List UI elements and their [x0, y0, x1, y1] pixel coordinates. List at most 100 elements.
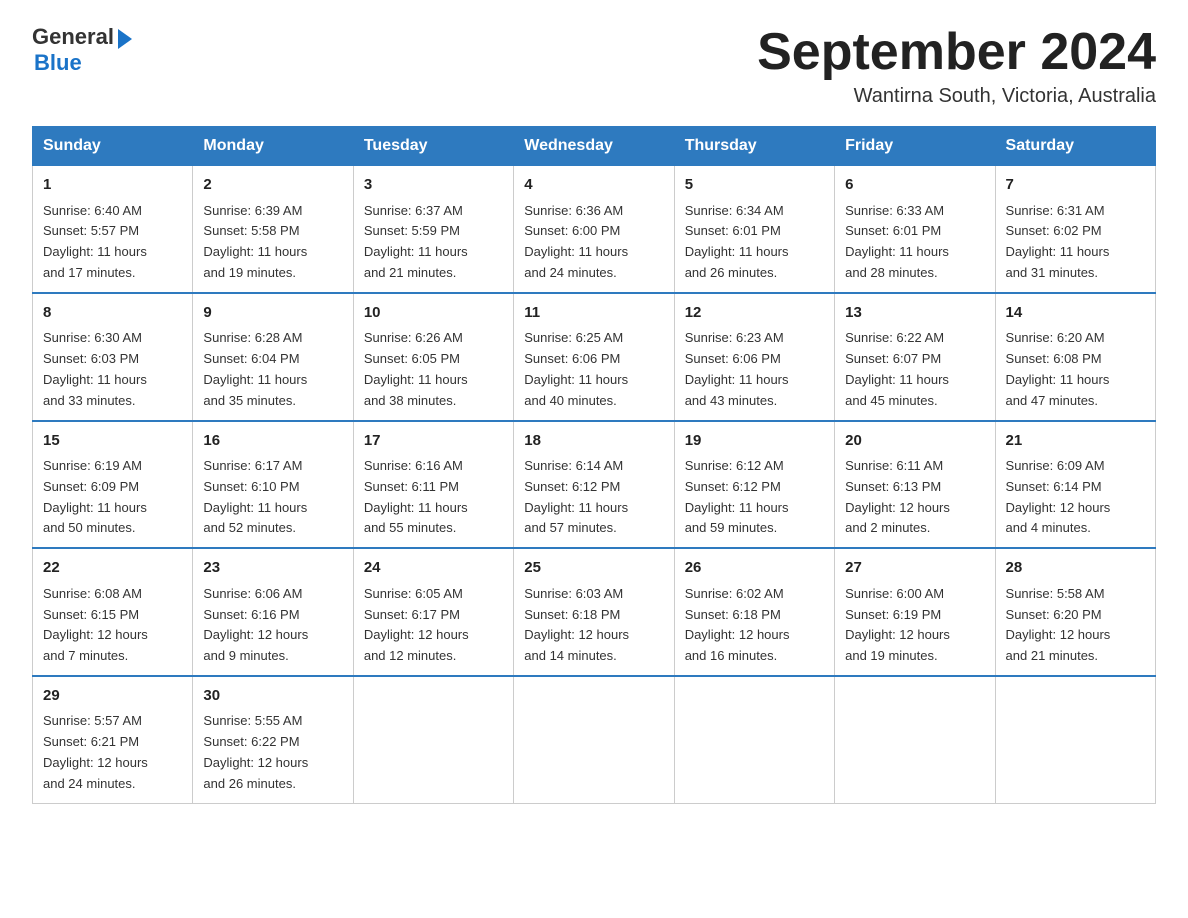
day-info: Sunrise: 6:25 AMSunset: 6:06 PMDaylight:…	[524, 328, 663, 411]
logo-general-text: General	[32, 24, 114, 50]
calendar-week-row: 8 Sunrise: 6:30 AMSunset: 6:03 PMDaylight…	[33, 293, 1156, 421]
day-info: Sunrise: 5:57 AMSunset: 6:21 PMDaylight:…	[43, 711, 182, 794]
day-number: 11	[524, 302, 663, 325]
day-info: Sunrise: 6:26 AMSunset: 6:05 PMDaylight:…	[364, 328, 503, 411]
day-number: 19	[685, 430, 824, 453]
calendar-cell: 12 Sunrise: 6:23 AMSunset: 6:06 PMDayligh…	[674, 293, 834, 421]
day-number: 4	[524, 174, 663, 197]
calendar-cell: 9 Sunrise: 6:28 AMSunset: 6:04 PMDaylight…	[193, 293, 353, 421]
calendar-cell: 25 Sunrise: 6:03 AMSunset: 6:18 PMDayligh…	[514, 548, 674, 676]
day-number: 28	[1006, 557, 1145, 580]
day-info: Sunrise: 6:06 AMSunset: 6:16 PMDaylight:…	[203, 584, 342, 667]
day-info: Sunrise: 6:23 AMSunset: 6:06 PMDaylight:…	[685, 328, 824, 411]
day-number: 8	[43, 302, 182, 325]
calendar-cell: 1 Sunrise: 6:40 AMSunset: 5:57 PMDaylight…	[33, 166, 193, 293]
day-number: 25	[524, 557, 663, 580]
day-number: 22	[43, 557, 182, 580]
page-header: General Blue September 2024 Wantirna Sou…	[32, 24, 1156, 108]
calendar-title: September 2024	[757, 24, 1156, 81]
day-info: Sunrise: 6:11 AMSunset: 6:13 PMDaylight:…	[845, 456, 984, 539]
col-sunday: Sunday	[33, 127, 193, 166]
logo: General Blue	[32, 24, 132, 76]
day-info: Sunrise: 6:17 AMSunset: 6:10 PMDaylight:…	[203, 456, 342, 539]
col-wednesday: Wednesday	[514, 127, 674, 166]
day-info: Sunrise: 5:55 AMSunset: 6:22 PMDaylight:…	[203, 711, 342, 794]
day-info: Sunrise: 6:03 AMSunset: 6:18 PMDaylight:…	[524, 584, 663, 667]
logo-blue-text: Blue	[34, 50, 82, 75]
day-info: Sunrise: 6:14 AMSunset: 6:12 PMDaylight:…	[524, 456, 663, 539]
day-info: Sunrise: 6:33 AMSunset: 6:01 PMDaylight:…	[845, 201, 984, 284]
calendar-cell: 4Sunrise: 6:36 AMSunset: 6:00 PMDaylight…	[514, 166, 674, 293]
calendar-cell: 21 Sunrise: 6:09 AMSunset: 6:14 PMDayligh…	[995, 421, 1155, 549]
calendar-cell: 14 Sunrise: 6:20 AMSunset: 6:08 PMDayligh…	[995, 293, 1155, 421]
day-number: 13	[845, 302, 984, 325]
day-number: 5	[685, 174, 824, 197]
col-monday: Monday	[193, 127, 353, 166]
calendar-cell: 27 Sunrise: 6:00 AMSunset: 6:19 PMDayligh…	[835, 548, 995, 676]
calendar-cell: 6 Sunrise: 6:33 AMSunset: 6:01 PMDaylight…	[835, 166, 995, 293]
day-info: Sunrise: 6:34 AMSunset: 6:01 PMDaylight:…	[685, 201, 824, 284]
day-info: Sunrise: 6:40 AMSunset: 5:57 PMDaylight:…	[43, 201, 182, 284]
calendar-week-row: 1 Sunrise: 6:40 AMSunset: 5:57 PMDaylight…	[33, 166, 1156, 293]
day-number: 12	[685, 302, 824, 325]
calendar-cell: 3Sunrise: 6:37 AMSunset: 5:59 PMDaylight…	[353, 166, 513, 293]
calendar-cell: 5 Sunrise: 6:34 AMSunset: 6:01 PMDaylight…	[674, 166, 834, 293]
calendar-cell: 26 Sunrise: 6:02 AMSunset: 6:18 PMDayligh…	[674, 548, 834, 676]
calendar-cell: 28 Sunrise: 5:58 AMSunset: 6:20 PMDayligh…	[995, 548, 1155, 676]
calendar-cell	[674, 676, 834, 803]
calendar-cell	[835, 676, 995, 803]
day-number: 29	[43, 685, 182, 708]
day-info: Sunrise: 6:02 AMSunset: 6:18 PMDaylight:…	[685, 584, 824, 667]
day-number: 21	[1006, 430, 1145, 453]
calendar-cell: 13Sunrise: 6:22 AMSunset: 6:07 PMDayligh…	[835, 293, 995, 421]
calendar-cell: 24 Sunrise: 6:05 AMSunset: 6:17 PMDayligh…	[353, 548, 513, 676]
day-info: Sunrise: 6:09 AMSunset: 6:14 PMDaylight:…	[1006, 456, 1145, 539]
calendar-cell: 30 Sunrise: 5:55 AMSunset: 6:22 PMDayligh…	[193, 676, 353, 803]
calendar-week-row: 15Sunrise: 6:19 AMSunset: 6:09 PMDayligh…	[33, 421, 1156, 549]
calendar-week-row: 22 Sunrise: 6:08 AMSunset: 6:15 PMDayligh…	[33, 548, 1156, 676]
day-number: 14	[1006, 302, 1145, 325]
day-number: 24	[364, 557, 503, 580]
day-number: 1	[43, 174, 182, 197]
calendar-cell: 18 Sunrise: 6:14 AMSunset: 6:12 PMDayligh…	[514, 421, 674, 549]
calendar-cell	[353, 676, 513, 803]
calendar-cell: 16Sunrise: 6:17 AMSunset: 6:10 PMDayligh…	[193, 421, 353, 549]
day-info: Sunrise: 6:08 AMSunset: 6:15 PMDaylight:…	[43, 584, 182, 667]
calendar-title-block: September 2024 Wantirna South, Victoria,…	[757, 24, 1156, 108]
day-number: 30	[203, 685, 342, 708]
day-number: 7	[1006, 174, 1145, 197]
day-number: 2	[203, 174, 342, 197]
calendar-cell: 20 Sunrise: 6:11 AMSunset: 6:13 PMDayligh…	[835, 421, 995, 549]
col-saturday: Saturday	[995, 127, 1155, 166]
day-info: Sunrise: 5:58 AMSunset: 6:20 PMDaylight:…	[1006, 584, 1145, 667]
calendar-cell: 7 Sunrise: 6:31 AMSunset: 6:02 PMDaylight…	[995, 166, 1155, 293]
day-info: Sunrise: 6:05 AMSunset: 6:17 PMDaylight:…	[364, 584, 503, 667]
day-info: Sunrise: 6:20 AMSunset: 6:08 PMDaylight:…	[1006, 328, 1145, 411]
day-info: Sunrise: 6:28 AMSunset: 6:04 PMDaylight:…	[203, 328, 342, 411]
day-info: Sunrise: 6:00 AMSunset: 6:19 PMDaylight:…	[845, 584, 984, 667]
day-info: Sunrise: 6:31 AMSunset: 6:02 PMDaylight:…	[1006, 201, 1145, 284]
calendar-cell: 22 Sunrise: 6:08 AMSunset: 6:15 PMDayligh…	[33, 548, 193, 676]
day-number: 15	[43, 430, 182, 453]
day-number: 27	[845, 557, 984, 580]
calendar-cell: 23Sunrise: 6:06 AMSunset: 6:16 PMDayligh…	[193, 548, 353, 676]
day-number: 17	[364, 430, 503, 453]
day-number: 26	[685, 557, 824, 580]
day-number: 18	[524, 430, 663, 453]
col-friday: Friday	[835, 127, 995, 166]
calendar-table: Sunday Monday Tuesday Wednesday Thursday…	[32, 126, 1156, 803]
day-number: 20	[845, 430, 984, 453]
calendar-cell: 29 Sunrise: 5:57 AMSunset: 6:21 PMDayligh…	[33, 676, 193, 803]
calendar-cell: 19Sunrise: 6:12 AMSunset: 6:12 PMDayligh…	[674, 421, 834, 549]
calendar-cell: 11 Sunrise: 6:25 AMSunset: 6:06 PMDayligh…	[514, 293, 674, 421]
day-info: Sunrise: 6:16 AMSunset: 6:11 PMDaylight:…	[364, 456, 503, 539]
day-info: Sunrise: 6:30 AMSunset: 6:03 PMDaylight:…	[43, 328, 182, 411]
day-info: Sunrise: 6:39 AMSunset: 5:58 PMDaylight:…	[203, 201, 342, 284]
col-thursday: Thursday	[674, 127, 834, 166]
day-number: 9	[203, 302, 342, 325]
calendar-cell	[514, 676, 674, 803]
calendar-cell	[995, 676, 1155, 803]
day-number: 6	[845, 174, 984, 197]
day-number: 10	[364, 302, 503, 325]
calendar-week-row: 29 Sunrise: 5:57 AMSunset: 6:21 PMDayligh…	[33, 676, 1156, 803]
